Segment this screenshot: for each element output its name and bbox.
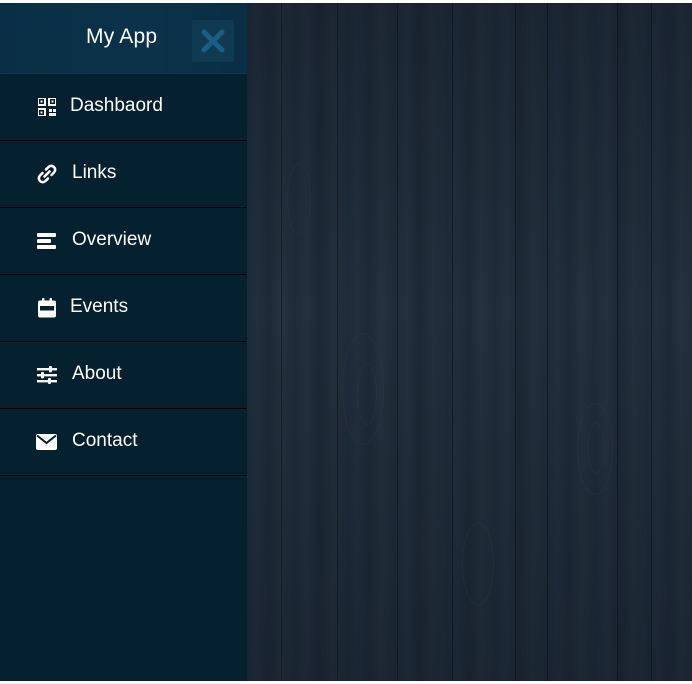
link-icon: [36, 163, 57, 184]
sidebar-item-links[interactable]: Links: [0, 141, 247, 208]
sidebar-item-events[interactable]: Events: [0, 275, 247, 342]
sidebar-item-about[interactable]: About: [0, 342, 247, 409]
envelope-icon: [36, 431, 57, 452]
wood-background: [247, 3, 692, 681]
sidebar-item-label: Overview: [72, 229, 152, 250]
bars-icon: [36, 230, 57, 251]
dashboard-grid-icon: [36, 96, 57, 117]
sidebar-item-label: Dashbaord: [70, 95, 163, 116]
sidebar-item-label: About: [72, 363, 122, 384]
sliders-icon: [36, 364, 57, 385]
sidebar-item-label: Contact: [72, 430, 138, 451]
sidebar-item-contact[interactable]: Contact: [0, 409, 247, 476]
sidebar-nav: Dashbaord Links Overview Events About Co…: [0, 74, 247, 476]
calendar-icon: [36, 297, 57, 318]
sidebar-header: My App: [0, 3, 247, 74]
app-title: My App: [86, 25, 158, 48]
close-button[interactable]: [192, 20, 234, 62]
sidebar-item-overview[interactable]: Overview: [0, 208, 247, 275]
close-icon: [201, 29, 225, 53]
sidebar-item-label: Events: [70, 296, 129, 317]
sidebar-item-dashboard[interactable]: Dashbaord: [0, 74, 247, 141]
sidebar: My App Dashbaord Links Overview Events A…: [0, 3, 247, 681]
app-window: My App Dashbaord Links Overview Events A…: [0, 3, 692, 681]
sidebar-item-label: Links: [72, 162, 117, 183]
